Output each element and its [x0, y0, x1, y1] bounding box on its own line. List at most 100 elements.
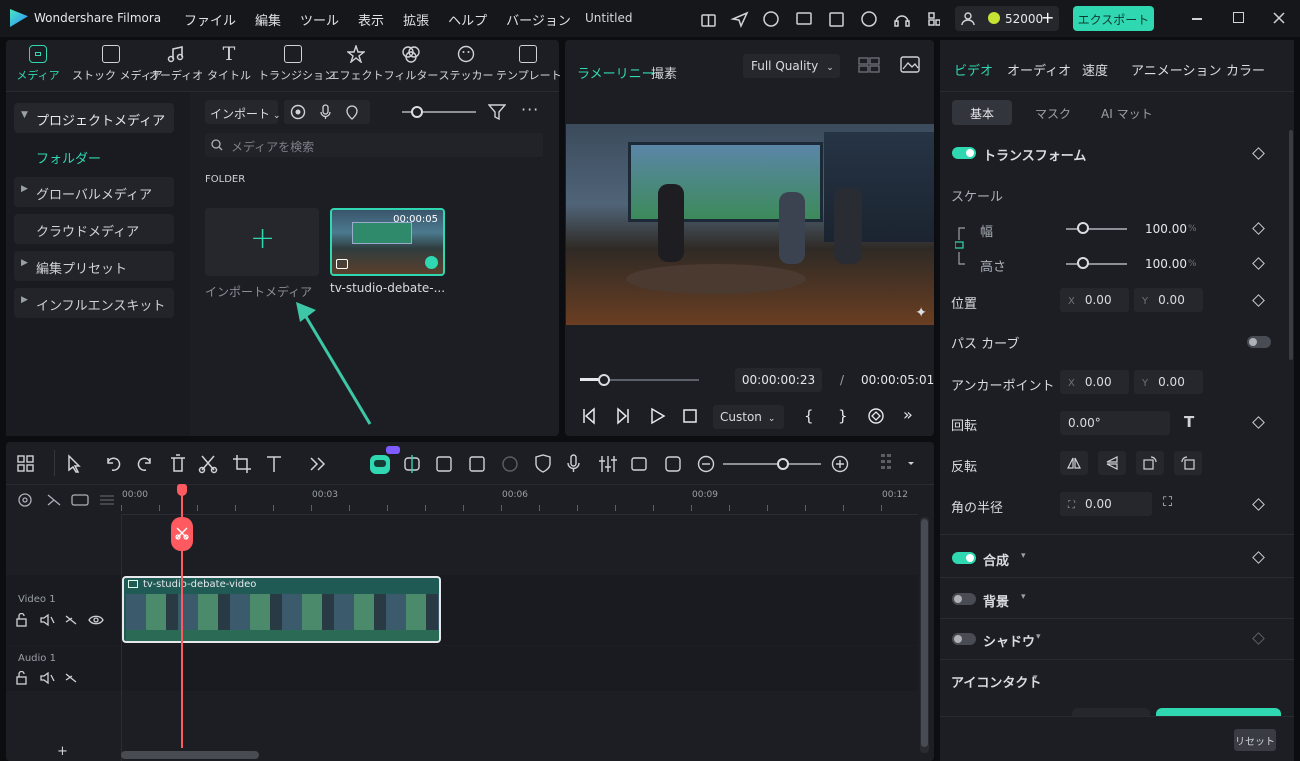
title-bar: Wondershare Filmora ファイル 編集 ツール 表示 拡張 ヘル…: [0, 0, 1300, 37]
import-dropdown[interactable]: インポート ⌄: [205, 100, 281, 124]
tab-audio-props[interactable]: オーディオ: [1007, 60, 1071, 79]
add-track-button[interactable]: +: [57, 744, 68, 759]
sidebar-item-influencer-kit[interactable]: ▶ インフルエンスキット: [14, 288, 174, 318]
lock-ratio-icon[interactable]: [955, 222, 977, 270]
cloud-icon: [861, 11, 877, 27]
sidebar-item-project-media[interactable]: ▼ プロジェクトメディア: [14, 103, 174, 133]
height-value[interactable]: 100.00: [1145, 257, 1187, 271]
app-name: Wondershare Filmora: [34, 11, 162, 25]
more-options-icon[interactable]: ···: [521, 100, 539, 119]
chevron-down-icon[interactable]: ▾: [1021, 551, 1026, 561]
menu-tools[interactable]: ツール: [300, 10, 339, 29]
corner-radius-field[interactable]: ⛶ 0.00: [1060, 492, 1152, 516]
search-input[interactable]: メディアを検索: [231, 138, 314, 155]
menu-view[interactable]: 表示: [358, 10, 384, 29]
timeline-zoom-knob[interactable]: [777, 458, 789, 470]
rotate-field[interactable]: 0.00°: [1060, 411, 1170, 435]
position-y-field[interactable]: Y 0.00: [1134, 288, 1203, 312]
menu-edit[interactable]: 編集: [255, 10, 281, 29]
tab-media[interactable]: メディア: [6, 44, 70, 83]
height-slider-knob[interactable]: [1077, 257, 1089, 269]
import-media-tile[interactable]: +: [205, 208, 319, 276]
clip-waveform: [126, 630, 439, 641]
background-toggle[interactable]: [952, 593, 976, 605]
flip-horizontal-icon[interactable]: [1060, 451, 1088, 475]
more-controls-icon[interactable]: »: [903, 405, 913, 424]
anchor-y-field[interactable]: Y 0.00: [1134, 370, 1203, 394]
tab-color[interactable]: カラー: [1226, 60, 1265, 79]
playback-progress-knob[interactable]: [597, 374, 610, 386]
subtab-basic[interactable]: 基本: [952, 100, 1012, 125]
tab-speed[interactable]: 速度: [1082, 60, 1108, 79]
zoom-dropdown[interactable]: Custon ⌄: [713, 405, 784, 429]
transform-toggle[interactable]: [952, 147, 976, 159]
thumbnail-size-knob[interactable]: [411, 106, 423, 118]
export-button[interactable]: エクスポート: [1073, 6, 1154, 31]
tab-animation[interactable]: アニメーション: [1131, 60, 1221, 79]
tab-sticker[interactable]: ステッカー: [434, 44, 498, 83]
tab-preview[interactable]: ラメーリニー: [577, 63, 655, 82]
maximize-icon[interactable]: [1233, 12, 1244, 23]
split-marker[interactable]: [171, 517, 193, 551]
position-x-field[interactable]: X 0.00: [1060, 288, 1129, 312]
render-icon[interactable]: [867, 407, 885, 425]
replace-icon: [436, 456, 452, 472]
timeline-vertical-scrollbar[interactable]: [920, 517, 929, 753]
snapshot-icon[interactable]: [900, 56, 920, 73]
rotate-left-icon[interactable]: [1174, 451, 1202, 475]
tab-video[interactable]: ビデオ: [954, 60, 993, 79]
chevron-down-icon[interactable]: ▾: [1036, 632, 1041, 642]
tab-title[interactable]: T タイトル: [197, 43, 261, 83]
filter-funnel-icon[interactable]: [488, 103, 506, 121]
person-middle: [779, 192, 805, 264]
subtab-ai-matte[interactable]: AI マット: [1101, 105, 1153, 122]
rotate-text-icon[interactable]: T: [1184, 413, 1194, 431]
close-icon[interactable]: [1273, 12, 1285, 24]
mark-in-icon[interactable]: {: [804, 407, 814, 425]
account-area[interactable]: 52000 +: [955, 6, 1059, 31]
mark-out-icon[interactable]: }: [838, 407, 848, 425]
path-curve-toggle[interactable]: [1247, 336, 1271, 348]
track-height-icon[interactable]: [880, 452, 920, 476]
minimize-icon[interactable]: [1192, 18, 1202, 20]
playhead-handle[interactable]: [177, 484, 187, 496]
menu-version[interactable]: バージョン: [506, 10, 571, 29]
chevron-down-icon[interactable]: ▾: [1021, 592, 1026, 602]
tab-stock-media[interactable]: ストック メディア: [72, 44, 163, 83]
timeline-horizontal-scrollbar[interactable]: [121, 751, 259, 759]
chevron-down-icon[interactable]: ▾: [1033, 673, 1038, 683]
width-slider[interactable]: [1066, 228, 1127, 230]
properties-scrollbar[interactable]: [1289, 130, 1293, 360]
tab-template[interactable]: テンプレート: [496, 44, 562, 83]
flip-vertical-icon[interactable]: [1098, 451, 1126, 475]
current-time[interactable]: 00:00:00:23: [735, 368, 822, 392]
tab-transition[interactable]: トランジション: [258, 44, 335, 83]
media-clip-thumbnail[interactable]: 00:00:05: [330, 208, 445, 276]
corner-expand-icon[interactable]: ⛶: [1163, 495, 1172, 510]
anchor-x-field[interactable]: X 0.00: [1060, 370, 1129, 394]
layout-icon[interactable]: [17, 455, 35, 473]
menu-help[interactable]: ヘルプ: [448, 10, 487, 29]
grid-view-icon[interactable]: [858, 57, 880, 73]
menu-file[interactable]: ファイル: [184, 10, 236, 29]
height-slider[interactable]: [1066, 263, 1127, 265]
width-value[interactable]: 100.00: [1145, 222, 1187, 236]
tab-edit[interactable]: 撮素: [651, 63, 677, 82]
sidebar-item-global-media[interactable]: ▶ グローバルメディア: [14, 177, 174, 207]
video-clip[interactable]: tv-studio-debate-video: [122, 576, 441, 643]
width-slider-knob[interactable]: [1077, 222, 1089, 234]
rotate-right-icon[interactable]: [1136, 451, 1164, 475]
sidebar-item-edit-presets[interactable]: ▶ 編集プリセット: [14, 251, 174, 281]
sidebar-item-cloud-media[interactable]: クラウドメディア: [14, 214, 174, 244]
search-box[interactable]: メディアを検索: [205, 133, 543, 157]
menu-extensions[interactable]: 拡張: [403, 10, 429, 29]
video-preview[interactable]: ✦: [566, 124, 934, 325]
composite-toggle[interactable]: [952, 552, 976, 564]
reset-button[interactable]: リセット: [1234, 729, 1276, 751]
subtab-mask[interactable]: マスク: [1035, 105, 1071, 122]
add-credits-icon[interactable]: +: [1041, 8, 1054, 27]
quality-dropdown[interactable]: Full Quality ⌄: [743, 54, 840, 78]
shadow-toggle[interactable]: [952, 633, 976, 645]
ai-copilot-icon[interactable]: [370, 455, 390, 474]
sidebar-item-folder[interactable]: フォルダー: [36, 148, 101, 167]
